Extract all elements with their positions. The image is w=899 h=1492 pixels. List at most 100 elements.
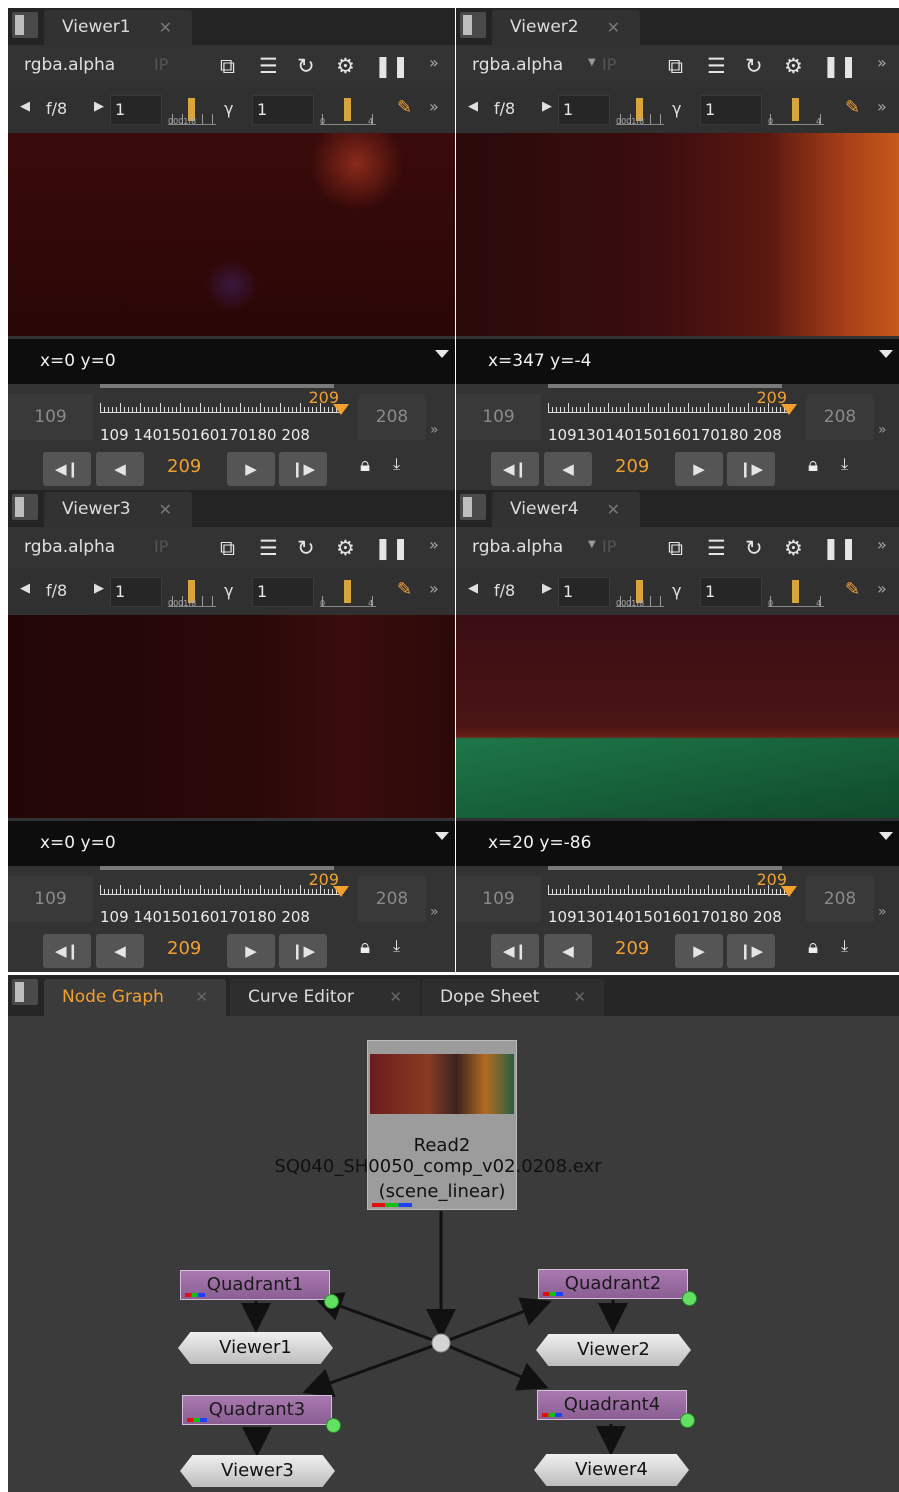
fstop-right-arrow-icon[interactable]: ▶	[94, 99, 104, 114]
playhead-marker-icon[interactable]	[333, 886, 349, 897]
sync-icon[interactable]: ↻	[297, 537, 315, 559]
panel-menu-icon[interactable]	[12, 12, 38, 38]
panel-menu-icon[interactable]	[460, 494, 486, 520]
viewer-tab[interactable]: Viewer2 ✕	[492, 10, 640, 45]
close-tab-icon[interactable]: ✕	[159, 10, 172, 45]
viewer-tab[interactable]: Viewer1 ✕	[44, 10, 192, 45]
first-frame-button[interactable]: ◀❙	[491, 934, 539, 968]
more-chevron-icon[interactable]: »	[429, 97, 439, 116]
close-tab-icon[interactable]: ✕	[159, 492, 172, 527]
panel-menu-icon[interactable]	[460, 12, 486, 38]
info-dropdown-icon[interactable]	[435, 350, 449, 358]
last-frame-button[interactable]: ❙▶	[727, 452, 775, 486]
lines-icon[interactable]: ☰	[707, 537, 726, 559]
timeline-more-icon[interactable]: »	[430, 422, 439, 438]
in-frame-field[interactable]: 109	[8, 394, 93, 440]
info-dropdown-icon[interactable]	[879, 832, 893, 840]
play-forward-button[interactable]: ▶	[675, 934, 723, 968]
read-node[interactable]: Read2 (scene_linear)	[367, 1040, 517, 1210]
first-frame-button[interactable]: ◀❙	[491, 452, 539, 486]
channel-dropdown-icon[interactable]: ▼	[588, 57, 596, 68]
gamma-field[interactable]: 1	[252, 577, 314, 607]
fstop-right-arrow-icon[interactable]: ▶	[542, 581, 552, 596]
color-picker-icon[interactable]: ✎	[845, 97, 860, 118]
channel-dropdown-icon[interactable]: ▼	[588, 539, 596, 550]
fstop-label[interactable]: f/8	[494, 99, 515, 118]
input-process-button[interactable]: IP	[154, 55, 168, 74]
gamma-field[interactable]: 1	[700, 577, 762, 607]
first-frame-button[interactable]: ◀❙	[43, 452, 91, 486]
viewer2-node[interactable]: Viewer2	[536, 1334, 691, 1366]
lock-icon[interactable]: 🔒︎	[808, 936, 818, 958]
playhead-marker-icon[interactable]	[333, 404, 349, 415]
settings-icon[interactable]: ⚙	[784, 537, 803, 559]
fstop-left-arrow-icon[interactable]: ◀	[468, 581, 478, 596]
first-frame-button[interactable]: ◀❙	[43, 934, 91, 968]
gain-field[interactable]: 1	[558, 95, 610, 125]
gain-slider[interactable]: 0001f8	[168, 95, 216, 126]
input-process-button[interactable]: IP	[602, 537, 616, 556]
lines-icon[interactable]: ☰	[259, 55, 278, 77]
dot-node[interactable]	[431, 1333, 451, 1353]
gain-slider[interactable]: 0001f8	[616, 95, 664, 126]
quadrant2-node[interactable]: Quadrant2	[538, 1269, 688, 1299]
viewer-image[interactable]	[8, 133, 455, 336]
gain-field[interactable]: 1	[558, 577, 610, 607]
quadrant1-node[interactable]: Quadrant1	[180, 1270, 330, 1300]
step-back-button[interactable]: ◀	[96, 934, 144, 968]
more-chevron-icon[interactable]: »	[429, 535, 439, 554]
quadrant3-viewer-dot[interactable]	[326, 1418, 341, 1433]
gain-slider[interactable]: 0001f8	[616, 577, 664, 608]
fstop-left-arrow-icon[interactable]: ◀	[468, 99, 478, 114]
viewer-tab[interactable]: Viewer4 ✕	[492, 492, 640, 527]
fstop-right-arrow-icon[interactable]: ▶	[542, 99, 552, 114]
channel-selector[interactable]: rgba.alpha	[472, 55, 563, 75]
out-frame-field[interactable]: 208	[358, 876, 426, 922]
play-forward-button[interactable]: ▶	[227, 934, 275, 968]
more-chevron-icon[interactable]: »	[877, 97, 887, 116]
last-frame-button[interactable]: ❙▶	[727, 934, 775, 968]
gamma-field[interactable]: 1	[700, 95, 762, 125]
out-frame-field[interactable]: 208	[806, 876, 874, 922]
lock-icon[interactable]: 🔒︎	[360, 454, 370, 476]
info-dropdown-icon[interactable]	[435, 832, 449, 840]
frame-ruler[interactable]: 209 109 140150160170180 208	[100, 866, 349, 928]
gamma-slider[interactable]: 04	[768, 95, 824, 126]
viewer-image[interactable]	[456, 133, 899, 336]
current-frame-field[interactable]: 209	[167, 938, 201, 959]
lines-icon[interactable]: ☰	[707, 55, 726, 77]
in-frame-field[interactable]: 109	[456, 876, 541, 922]
roi-icon[interactable]: ⧉	[220, 55, 235, 77]
last-frame-button[interactable]: ❙▶	[279, 452, 327, 486]
in-frame-field[interactable]: 109	[8, 876, 93, 922]
timeline-range-icon[interactable]: ⤓	[841, 936, 848, 956]
playhead-marker-icon[interactable]	[781, 886, 797, 897]
info-dropdown-icon[interactable]	[879, 350, 893, 358]
pause-icon[interactable]: ❚❚	[374, 537, 409, 559]
close-tab-icon[interactable]: ✕	[607, 10, 620, 45]
pause-icon[interactable]: ❚❚	[822, 55, 857, 77]
fstop-left-arrow-icon[interactable]: ◀	[20, 99, 30, 114]
current-frame-field[interactable]: 209	[615, 938, 649, 959]
fstop-label[interactable]: f/8	[46, 99, 67, 118]
roi-icon[interactable]: ⧉	[668, 537, 683, 559]
play-forward-button[interactable]: ▶	[227, 452, 275, 486]
channel-selector[interactable]: rgba.alpha	[24, 537, 115, 557]
timeline-range-icon[interactable]: ⤓	[393, 454, 400, 474]
sync-icon[interactable]: ↻	[745, 55, 763, 77]
fstop-label[interactable]: f/8	[46, 581, 67, 600]
gain-slider[interactable]: 0001f8	[168, 577, 216, 608]
step-back-button[interactable]: ◀	[96, 452, 144, 486]
roi-icon[interactable]: ⧉	[668, 55, 683, 77]
step-back-button[interactable]: ◀	[544, 452, 592, 486]
viewer-image[interactable]	[456, 615, 899, 818]
gamma-slider[interactable]: 04	[768, 577, 824, 608]
playhead-marker-icon[interactable]	[781, 404, 797, 415]
lock-icon[interactable]: 🔒︎	[808, 454, 818, 476]
quadrant1-viewer-dot[interactable]	[324, 1294, 339, 1309]
gamma-slider[interactable]: 04	[320, 95, 376, 126]
current-frame-field[interactable]: 209	[167, 456, 201, 477]
input-process-button[interactable]: IP	[154, 537, 168, 556]
viewer3-node[interactable]: Viewer3	[180, 1455, 335, 1487]
in-frame-field[interactable]: 109	[456, 394, 541, 440]
